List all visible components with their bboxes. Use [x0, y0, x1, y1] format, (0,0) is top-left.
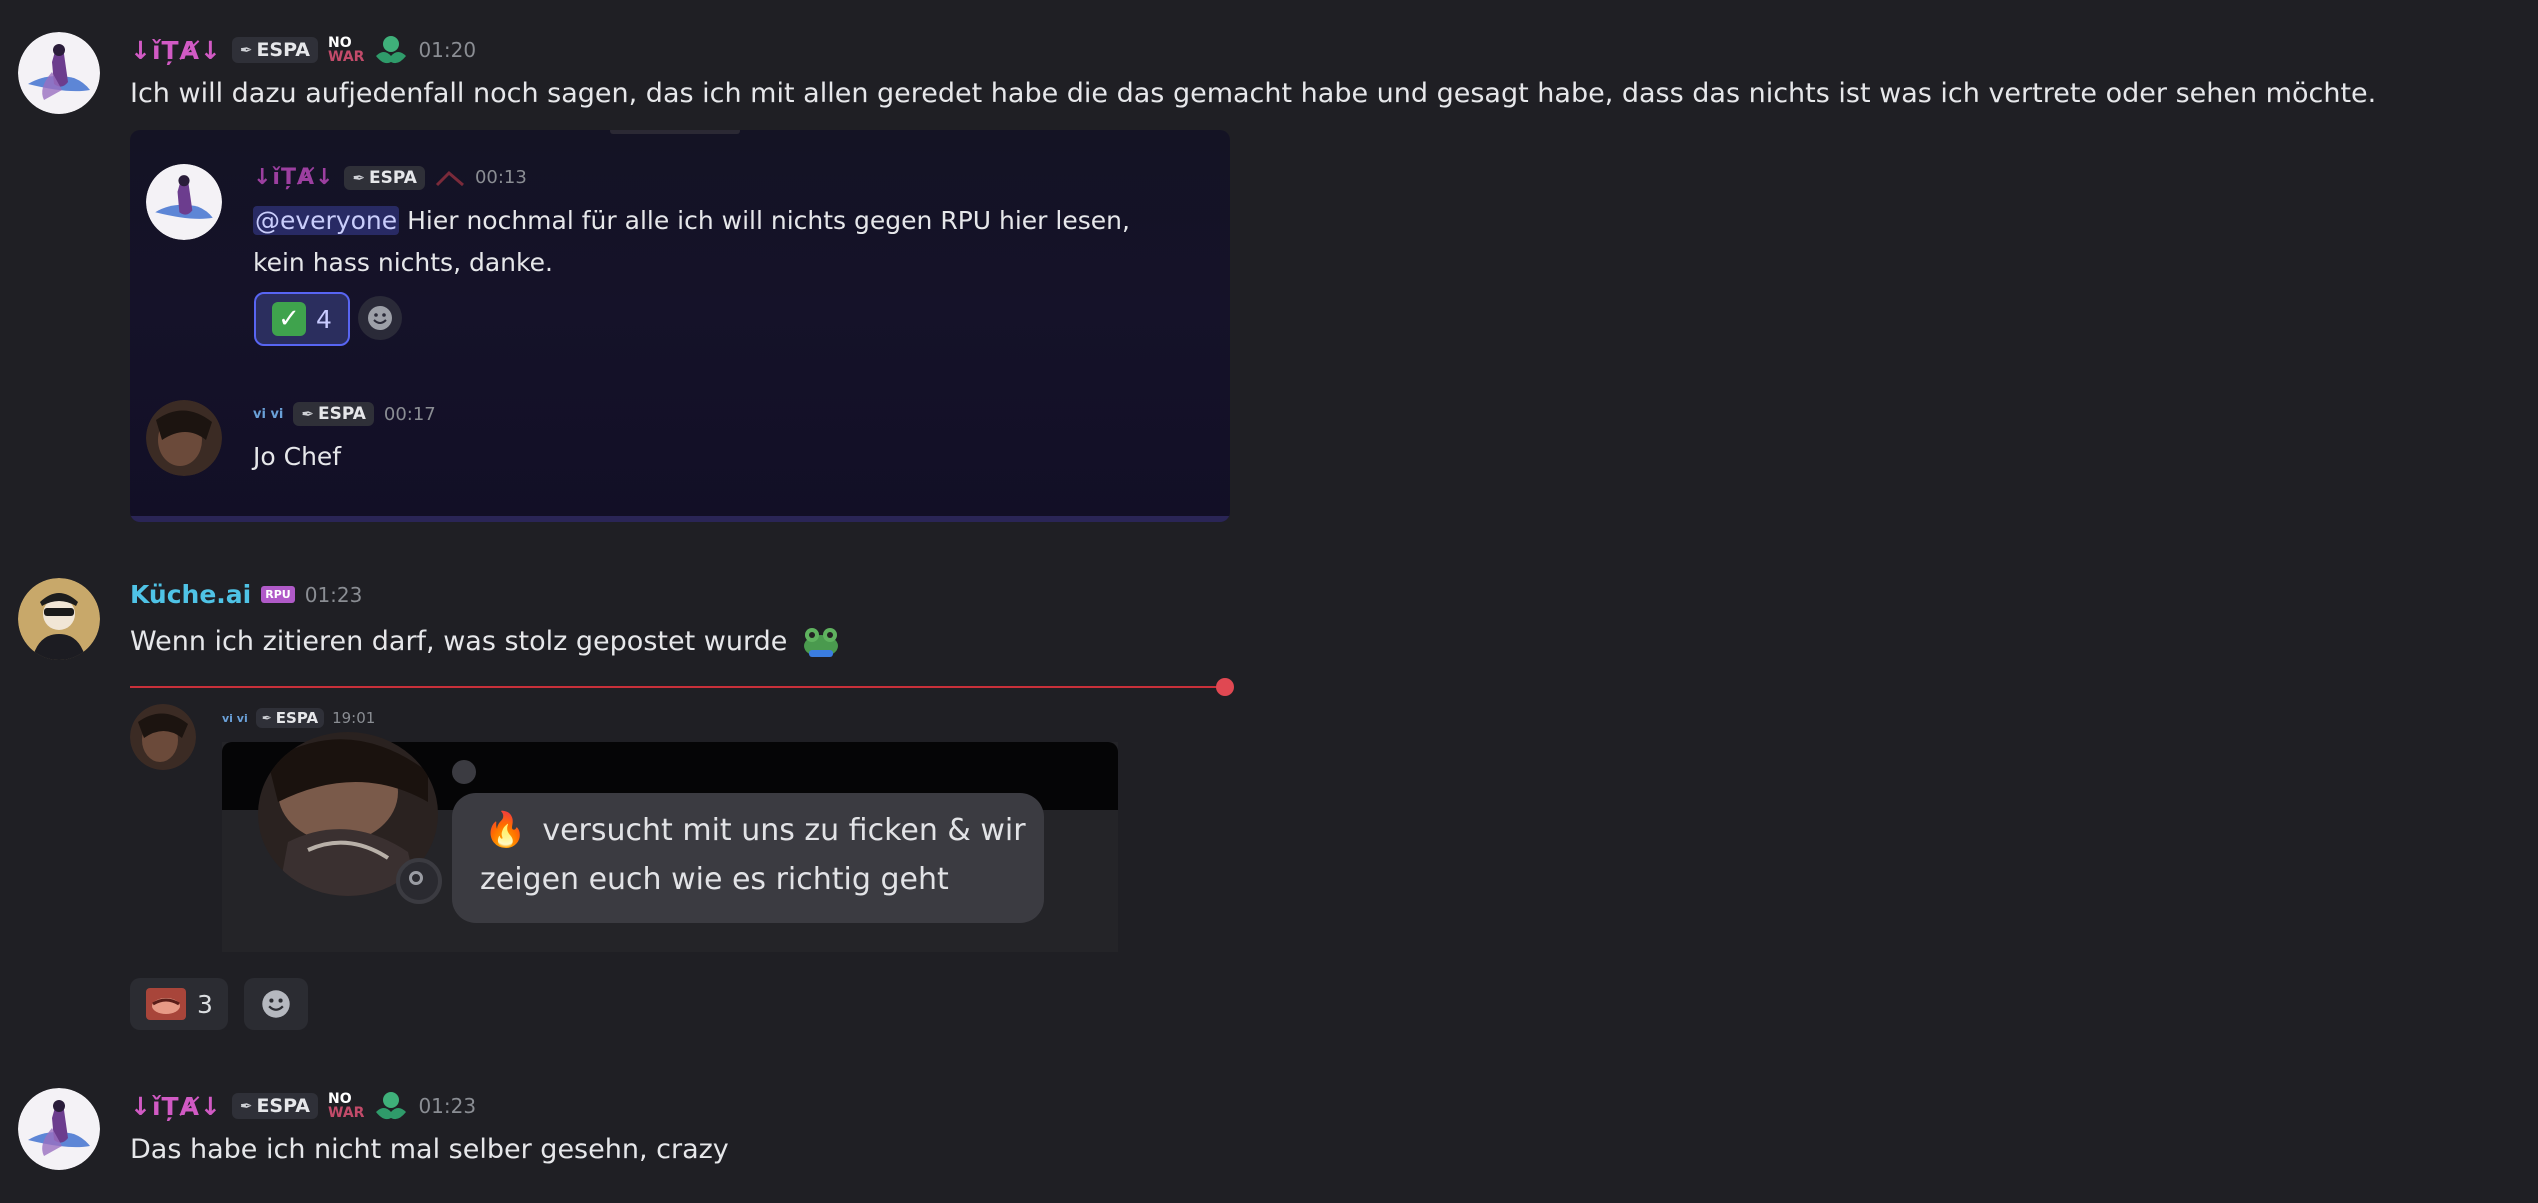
- badge-text: NO: [328, 35, 352, 51]
- bubble-line-1: 🔥 versucht mit uns zu ficken & wir: [484, 810, 1026, 850]
- username[interactable]: ↓ǐȚȺ↓: [130, 1092, 222, 1121]
- timestamp: 00:17: [383, 403, 436, 425]
- guild-tag[interactable]: ✒ ESPA: [255, 708, 325, 728]
- username[interactable]: ↓ǐȚȺ↓: [130, 36, 222, 65]
- avatar-image: [18, 578, 100, 660]
- message-header: ↓ǐȚȺ↓ ✒ ESPA NO WAR 01:20: [130, 34, 476, 66]
- message-text: Ich will dazu aufjedenfall noch sagen, d…: [130, 78, 2377, 109]
- pen-icon: ✒: [239, 1097, 253, 1115]
- tag-label: ESPA: [317, 404, 366, 424]
- everyone-mention[interactable]: @everyone: [253, 206, 400, 235]
- timestamp: 01:20: [418, 38, 477, 62]
- role-icon: [435, 170, 464, 186]
- post-header: vi vi ✒ ESPA 00:17: [253, 402, 436, 426]
- add-reaction-button[interactable]: [244, 978, 308, 1030]
- fire-emoji: 🔥: [484, 810, 527, 850]
- message-text: Das habe ich nicht mal selber gesehn, cr…: [130, 1134, 729, 1165]
- pen-icon: ✒: [261, 711, 272, 725]
- timestamp: 01:23: [304, 582, 363, 607]
- user-avatar[interactable]: [130, 704, 196, 770]
- username[interactable]: vi vi: [222, 712, 248, 725]
- message-text: Wenn ich zitieren darf, was stolz gepost…: [130, 625, 788, 657]
- post-text-line: kein hass nichts, danke.: [253, 248, 553, 277]
- check-mark-icon: ✓: [272, 302, 307, 336]
- message-header: Küche.ai RPU 01:23: [130, 580, 362, 609]
- reaction-check[interactable]: ✓ 4: [254, 292, 350, 346]
- tag-label: ESPA: [256, 1095, 311, 1117]
- bubble-tail-dot: [452, 760, 476, 784]
- user-avatar[interactable]: [146, 164, 222, 240]
- tag-label: ESPA: [369, 167, 417, 188]
- post-text-line: @everyone Hier nochmal für alle ich will…: [253, 206, 1130, 235]
- status-dot: [409, 871, 423, 885]
- post-header: ↓ǐȚȺ↓ ✒ ESPA 00:13: [253, 165, 527, 190]
- no-war-badge: NO WAR: [328, 1092, 364, 1120]
- new-messages-divider: [130, 686, 1226, 688]
- message-line: Wenn ich zitieren darf, was stolz gepost…: [130, 624, 841, 658]
- reaction-count: 4: [316, 304, 332, 334]
- guild-tag[interactable]: ✒ ESPA: [344, 165, 425, 190]
- badge-text: WAR: [328, 1105, 365, 1121]
- frog-emoji: [804, 628, 839, 657]
- post-text: Hier nochmal für alle ich will nichts ge…: [399, 206, 1130, 235]
- green-hands-icon: [376, 1092, 407, 1120]
- avatar-image: [146, 164, 222, 240]
- forwarded-message-embed[interactable]: ↓ǐȚȺ↓ ✒ ESPA 00:13 @everyone Hier nochmal…: [130, 130, 1230, 522]
- avatar-image: [18, 1088, 100, 1170]
- reaction-count: 3: [197, 989, 213, 1019]
- no-war-badge: NO WAR: [328, 36, 364, 64]
- post-text: Jo Chef: [253, 442, 342, 471]
- timestamp: 19:01: [332, 709, 376, 727]
- rpu-badge: RPU: [261, 586, 295, 603]
- pen-icon: ✒: [352, 168, 366, 187]
- new-messages-marker: [1216, 678, 1234, 696]
- quote-header: vi vi ✒ ESPA 19:01: [222, 708, 375, 728]
- user-avatar[interactable]: [18, 32, 100, 114]
- smile-icon: [368, 306, 392, 330]
- pen-icon: ✒: [239, 41, 253, 59]
- avatar-image: [146, 400, 222, 476]
- user-avatar[interactable]: [18, 1088, 100, 1170]
- timestamp: 01:23: [418, 1094, 477, 1118]
- badge-text: NO: [328, 1091, 352, 1107]
- username[interactable]: vi vi: [253, 407, 283, 422]
- bubble-text: versucht mit uns zu ficken & wir: [542, 812, 1026, 848]
- message-header: ↓ǐȚȺ↓ ✒ ESPA NO WAR 01:23: [130, 1090, 476, 1122]
- username[interactable]: Küche.ai: [130, 580, 251, 609]
- add-reaction-button[interactable]: [358, 296, 402, 340]
- avatar-image: [130, 704, 196, 770]
- tag-label: ESPA: [275, 709, 319, 727]
- smile-icon: [262, 990, 290, 1018]
- embed-top-fragment: [610, 130, 740, 134]
- tag-label: ESPA: [256, 39, 311, 61]
- sticker-reaction-icon: [146, 988, 187, 1020]
- embed-bottom-border: [130, 516, 1230, 522]
- guild-tag[interactable]: ✒ ESPA: [231, 1093, 319, 1119]
- badge-text: WAR: [328, 49, 365, 65]
- reaction-sticker[interactable]: 3: [130, 978, 228, 1030]
- green-hands-icon: [376, 36, 407, 64]
- guild-tag[interactable]: ✒ ESPA: [231, 37, 319, 63]
- user-avatar[interactable]: [146, 400, 222, 476]
- avatar-image: [18, 32, 100, 114]
- username[interactable]: ↓ǐȚȺ↓: [253, 165, 334, 190]
- bubble-text: zeigen euch wie es richtig geht: [480, 862, 949, 897]
- user-avatar[interactable]: [18, 578, 100, 660]
- pen-icon: ✒: [301, 405, 314, 423]
- guild-tag[interactable]: ✒ ESPA: [293, 402, 374, 426]
- online-status-ring: [396, 858, 442, 904]
- timestamp: 00:13: [474, 167, 527, 188]
- chat-view: ↓ǐȚȺ↓ ✒ ESPA NO WAR 01:20 Ich will dazu a…: [0, 0, 2538, 1203]
